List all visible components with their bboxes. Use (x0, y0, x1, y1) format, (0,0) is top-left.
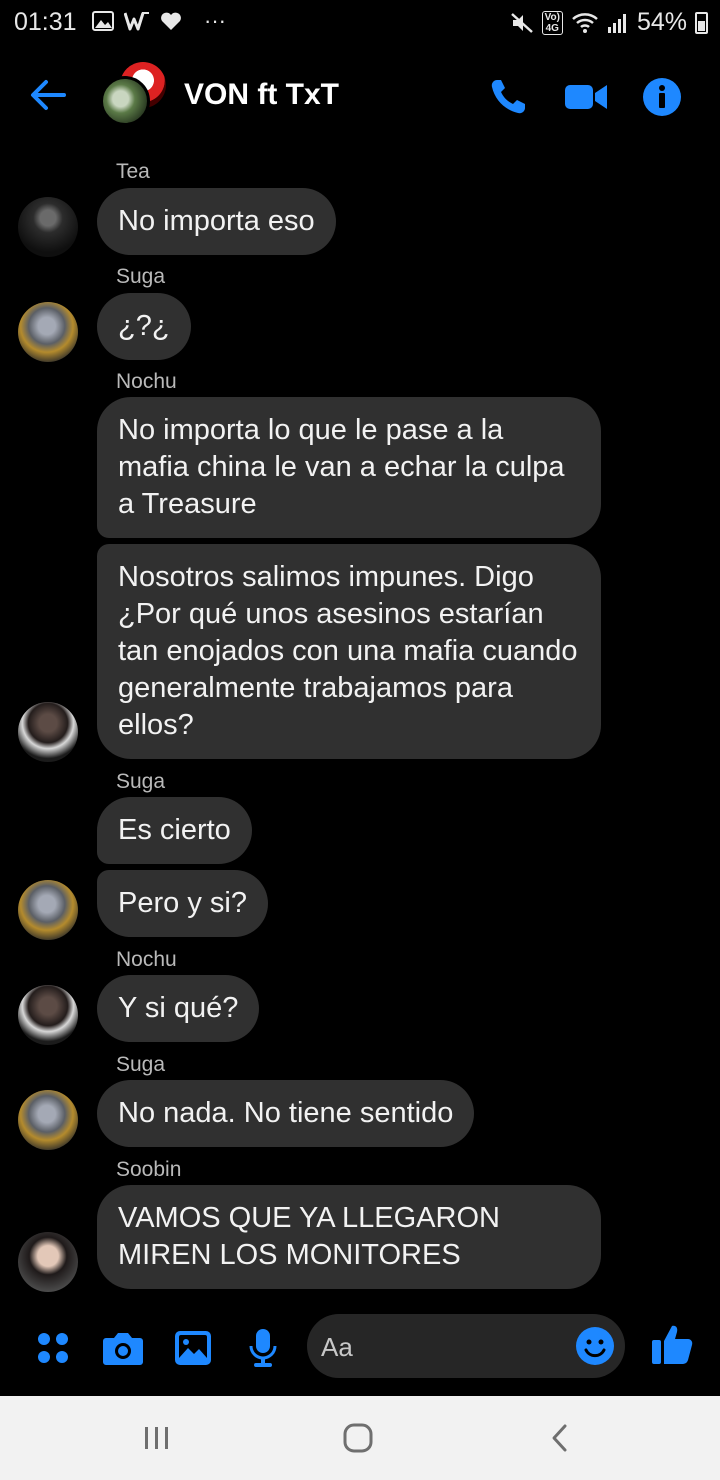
camera-icon (103, 1333, 143, 1365)
battery-percent: 54% (636, 8, 687, 36)
signal-icon (607, 13, 626, 33)
sender-name: Suga (116, 265, 166, 288)
message-bubble[interactable]: Pero y si? (97, 870, 268, 937)
clock: 01:31 (14, 8, 77, 36)
emoji-button[interactable] (575, 1326, 615, 1366)
avatar-nochu[interactable] (18, 985, 78, 1045)
group-avatar-image-2 (100, 76, 150, 126)
message-bubble[interactable]: VAMOS QUE YA LLEGARON MIREN LOS MONITORE… (97, 1185, 601, 1289)
mute-icon (510, 12, 533, 33)
voice-call-button[interactable] (484, 74, 532, 120)
system-navigation-bar (0, 1396, 720, 1480)
avatar-nochu[interactable] (18, 702, 78, 762)
gallery-icon (175, 1331, 211, 1365)
message-bubble[interactable]: ¿?¿ (97, 293, 191, 360)
avatar-suga[interactable] (18, 1090, 78, 1150)
microphone-icon (249, 1329, 277, 1367)
chat-header: VON ft TxT (0, 52, 720, 142)
video-call-button[interactable] (562, 74, 610, 120)
message-bubble[interactable]: No importa lo que le pase a la mafia chi… (97, 397, 601, 538)
emoji-icon (576, 1327, 614, 1365)
back-icon (552, 1424, 567, 1452)
recent-apps-button[interactable] (135, 1418, 179, 1458)
composer-bar: Aa (0, 1308, 720, 1396)
home-icon (343, 1423, 373, 1453)
sender-name: Suga (116, 770, 166, 793)
sender-name: Suga (116, 1053, 166, 1076)
like-button[interactable] (650, 1322, 694, 1366)
chat-title[interactable]: VON ft TxT (184, 78, 339, 112)
sender-name: Nochu (116, 948, 177, 971)
voice-message-button[interactable] (241, 1326, 285, 1370)
heart-notification-icon (161, 12, 181, 30)
phone-icon (491, 80, 525, 114)
recent-apps-icon (145, 1427, 168, 1449)
battery-icon (695, 11, 708, 34)
message-list[interactable]: Tea No importa eso Suga ¿?¿ Nochu No imp… (0, 150, 720, 1300)
message-bubble[interactable]: No importa eso (97, 188, 336, 255)
info-button[interactable] (638, 74, 686, 120)
volte-4g-badge: Vo) 4G (541, 10, 563, 35)
sender-name: Tea (116, 160, 150, 183)
thumbs-up-icon (652, 1325, 693, 1364)
more-actions-button[interactable] (31, 1326, 75, 1370)
camera-button[interactable] (101, 1326, 145, 1370)
menu-dots-icon (38, 1333, 68, 1363)
message-bubble[interactable]: Nosotros salimos impunes. Digo ¿Por qué … (97, 544, 601, 759)
avatar-soobin[interactable] (18, 1232, 78, 1292)
arrow-left-icon (31, 80, 66, 110)
gallery-button[interactable] (171, 1326, 215, 1370)
group-avatar[interactable] (100, 62, 166, 128)
home-button[interactable] (336, 1418, 380, 1458)
message-input-placeholder: Aa (321, 1332, 353, 1362)
video-camera-icon (565, 85, 607, 109)
message-input[interactable]: Aa (307, 1314, 625, 1378)
avatar-tea[interactable] (18, 197, 78, 257)
avatar-suga[interactable] (18, 302, 78, 362)
avatar-suga[interactable] (18, 880, 78, 940)
sender-name: Soobin (116, 1158, 182, 1181)
more-notifications-icon: ··· (204, 8, 226, 33)
info-icon (643, 78, 681, 116)
sender-name: Nochu (116, 370, 177, 393)
message-bubble[interactable]: Y si qué? (97, 975, 260, 1042)
back-button[interactable] (26, 72, 72, 118)
status-bar: 01:31 ··· Vo) 4G 54% (0, 0, 720, 44)
gallery-notification-icon (92, 11, 114, 31)
w-notification-icon (124, 12, 149, 31)
message-bubble[interactable]: Es cierto (97, 797, 252, 864)
system-back-button[interactable] (538, 1418, 582, 1458)
wifi-icon (572, 12, 598, 33)
message-bubble[interactable]: No nada. No tiene sentido (97, 1080, 475, 1147)
